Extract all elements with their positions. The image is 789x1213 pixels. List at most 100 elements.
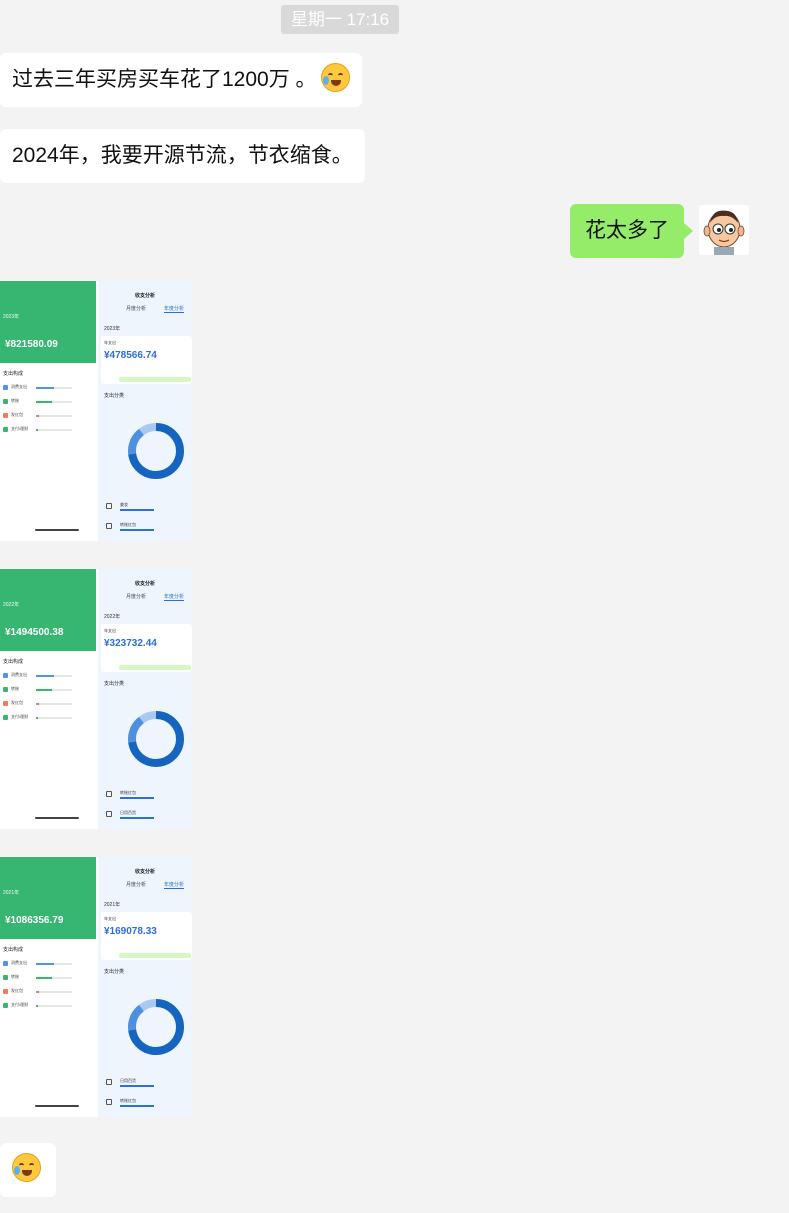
annual-expense-card: 年支出 ¥478566.74 [101,336,192,384]
category-item: 日用百货 [106,810,192,821]
category-icon [106,1099,112,1105]
left-year: 2021年 [3,890,20,896]
category-bar [120,797,154,799]
message-bubble-4[interactable] [0,1143,56,1197]
category-item: 转账红包 [106,1098,192,1109]
annual-expense-card: 年支出 ¥169078.33 [101,912,192,960]
row-bar [36,963,72,965]
category-bar [120,509,154,511]
left-row: 发红包 [3,988,95,995]
left-row: 发红包 [3,700,95,707]
analysis-year: 2023年 [104,326,121,332]
category-bar [120,817,154,819]
row-label: 发红包 [11,988,23,993]
left-row: 支付/理财 [3,426,95,433]
category-icon [3,975,8,980]
left-section-title: 支出构成 [3,947,24,953]
category-icon [106,811,112,817]
tab-year: 年度分析 [164,306,185,313]
wallet-panel: 2023年 ¥821580.09 支出构成 消费支出 转账 发红包 支付/理财 [0,281,96,541]
category-icon [3,715,8,720]
category-bar [120,1105,154,1107]
row-label: 支付/理财 [11,426,29,431]
category-icon [3,427,8,432]
category-icon [106,1079,112,1085]
row-bar [36,991,72,993]
category-icon [3,701,8,706]
left-section-title: 支出构成 [3,659,24,665]
category-label: 转账红包 [120,1098,136,1103]
annual-expense-card: 年支出 ¥323732.44 [101,624,192,672]
annual-expense-amount: ¥323732.44 [104,638,157,649]
row-label: 转账 [11,974,19,979]
image-message-2[interactable]: 2022年 ¥1494500.38 支出构成 消费支出 转账 发红包 支付/理财… [0,569,192,829]
tab-year: 年度分析 [164,882,185,889]
left-amount: ¥1494500.38 [5,627,64,638]
row-label: 转账 [11,398,19,403]
row-bar [36,977,72,979]
analysis-panel: 收支分析 月度分析 年度分析 2023年 年支出 ¥478566.74 支出分类… [98,281,192,541]
row-label: 支付/理财 [11,714,29,719]
category-label: 美妆 [120,502,128,507]
category-icon [106,791,112,797]
tab-year: 年度分析 [164,594,185,601]
category-icon [3,385,8,390]
message-text-1: 过去三年买房买车花了1200万 。 [12,68,317,91]
category-section-title: 支出分类 [104,393,125,399]
row-bar [36,415,72,417]
left-row: 发红包 [3,412,95,419]
row-label: 消费支出 [11,960,27,965]
category-icon [3,673,8,678]
analysis-title: 收支分析 [134,293,155,299]
category-bar [120,529,154,531]
category-label: 转账红包 [120,790,136,795]
row-bar [36,401,72,403]
analysis-year: 2021年 [104,902,121,908]
category-item: 转账红包 [106,790,192,801]
message-text-2: 2024年，我要开源节流，节衣缩食。 [12,144,353,167]
card-label: 年支出 [104,340,116,345]
tip-banner [119,953,191,958]
left-amount: ¥1086356.79 [5,915,64,926]
analysis-panel: 收支分析 月度分析 年度分析 2021年 年支出 ¥169078.33 支出分类… [98,857,192,1117]
analysis-year: 2022年 [104,614,121,620]
left-year: 2023年 [3,314,20,320]
left-amount: ¥821580.09 [5,339,58,350]
category-icon [3,399,8,404]
analysis-title: 收支分析 [134,869,155,875]
message-bubble-3[interactable]: 花太多了 [570,204,693,258]
crying-face-icon [12,1153,41,1182]
donut-chart [128,711,184,767]
category-label: 转账红包 [120,522,136,527]
tab-month: 月度分析 [126,882,147,888]
category-icon [3,989,8,994]
annual-expense-amount: ¥169078.33 [104,926,157,937]
category-item: 美妆 [106,502,192,513]
donut-chart [128,999,184,1055]
row-bar [36,717,72,719]
row-bar [36,429,72,431]
row-label: 发红包 [11,700,23,705]
analysis-panel: 收支分析 月度分析 年度分析 2022年 年支出 ¥323732.44 支出分类… [98,569,192,829]
image-message-1[interactable]: 2023年 ¥821580.09 支出构成 消费支出 转账 发红包 支付/理财 … [0,281,192,541]
left-row: 消费支出 [3,384,95,391]
crying-face-icon [320,63,350,92]
category-bar [120,1085,154,1087]
row-bar [36,703,72,705]
user-avatar[interactable] [699,205,749,255]
category-item: 日用百货 [106,1078,192,1089]
category-icon [106,503,112,509]
row-label: 转账 [11,686,19,691]
row-bar [36,689,72,691]
row-bar [36,1005,72,1007]
message-bubble-1[interactable]: 过去三年买房买车花了1200万 。 [0,53,362,107]
tip-banner [119,665,191,670]
wallet-panel: 2021年 ¥1086356.79 支出构成 消费支出 转账 发红包 支付/理财 [0,857,96,1117]
tab-month: 月度分析 [126,594,147,600]
left-year: 2022年 [3,602,20,608]
image-message-3[interactable]: 2021年 ¥1086356.79 支出构成 消费支出 转账 发红包 支付/理财… [0,857,192,1117]
home-indicator [35,1105,79,1107]
category-label: 日用百货 [120,810,136,815]
message-bubble-2[interactable]: 2024年，我要开源节流，节衣缩食。 [0,129,365,183]
category-icon [3,413,8,418]
